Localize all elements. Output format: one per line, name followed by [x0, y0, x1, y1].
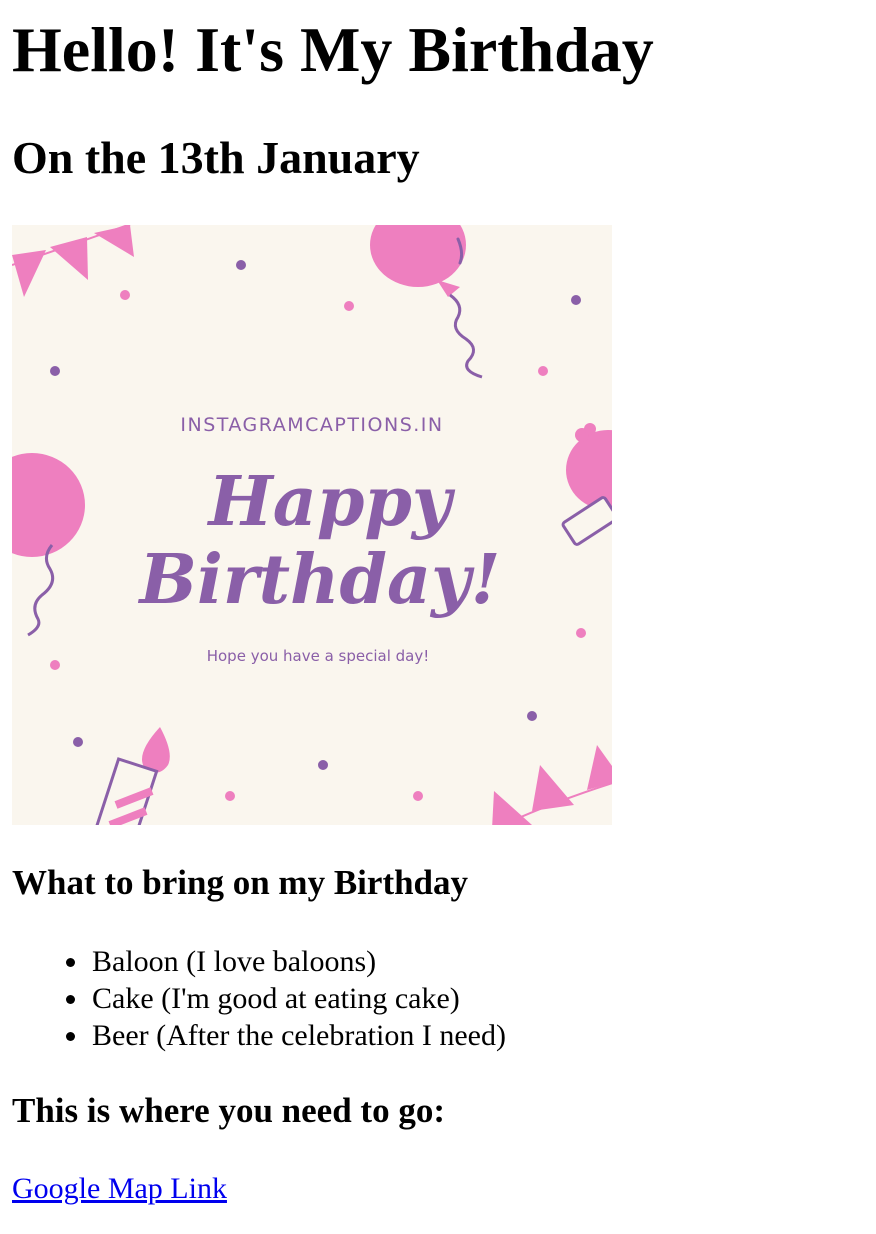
list-item: Baloon (I love baloons) [66, 943, 506, 980]
page-subtitle: On the 13th January [12, 132, 420, 183]
list-item: Beer (After the celebration I need) [66, 1019, 506, 1052]
page-title: Hello! It's My Birthday [12, 14, 654, 85]
card-tagline: Hope you have a special day! [207, 647, 430, 665]
directions-heading: This is where you need to go: [12, 1091, 445, 1130]
bring-list: Baloon (I love baloons) Cake (I'm good a… [12, 943, 506, 1054]
birthday-card-graphic: INSTAGRAMCAPTIONS.IN Happy Birthday! Hop… [12, 225, 612, 825]
google-map-link[interactable]: Google Map Link [12, 1170, 227, 1208]
bring-heading: What to bring on my Birthday [12, 863, 469, 902]
card-happy-text: Happy [207, 462, 456, 542]
birthday-card-image: INSTAGRAMCAPTIONS.IN Happy Birthday! Hop… [12, 225, 612, 825]
list-item: Cake (I'm good at eating cake) [66, 980, 506, 1017]
card-site-name: INSTAGRAMCAPTIONS.IN [180, 414, 443, 436]
card-birthday-text: Birthday! [138, 540, 501, 620]
